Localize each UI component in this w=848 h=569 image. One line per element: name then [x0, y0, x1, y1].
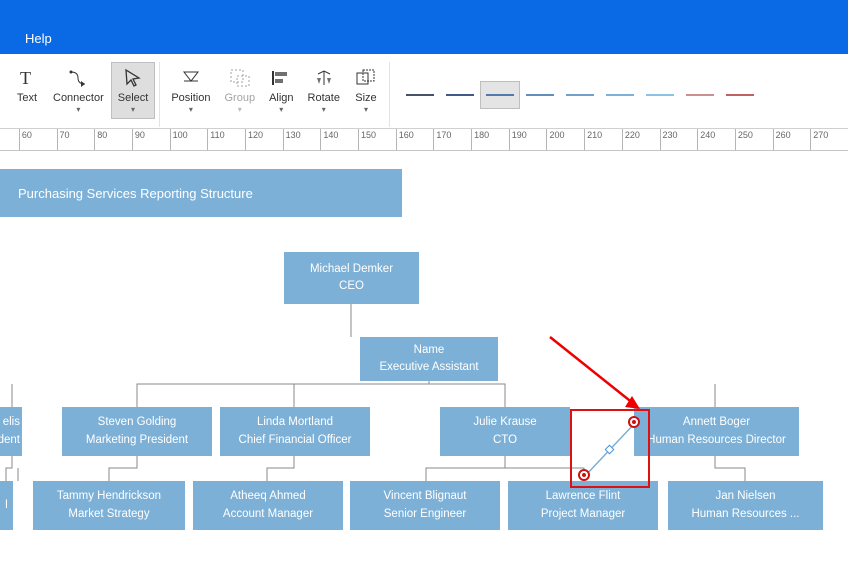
tool-select[interactable]: Select ▾ — [111, 62, 156, 119]
annotation-arrow — [540, 329, 670, 424]
org-node-partial-r3[interactable]: I — [0, 481, 13, 530]
line-style-swatch[interactable] — [720, 81, 760, 109]
line-style-swatch[interactable] — [600, 81, 640, 109]
org-node-engineer[interactable]: Vincent BlignautSenior Engineer — [350, 481, 500, 530]
line-style-swatch[interactable] — [560, 81, 600, 109]
line-style-swatch[interactable] — [400, 81, 440, 109]
line-style-gallery — [390, 62, 770, 127]
connector-endpoint-handle[interactable] — [578, 469, 590, 481]
org-node-pm[interactable]: Lawrence FlintProject Manager — [508, 481, 658, 530]
ribbon: T Text Connector ▾ Select ▾ Position▾ Gr… — [0, 54, 848, 129]
org-node-partial-left[interactable]: elisdent — [0, 407, 22, 456]
cursor-icon — [122, 67, 144, 89]
menu-help[interactable]: Help — [25, 31, 52, 46]
org-node-cfo[interactable]: Linda MortlandChief Financial Officer — [220, 407, 370, 456]
menubar: Help — [0, 0, 848, 54]
org-node-ea[interactable]: NameExecutive Assistant — [360, 337, 498, 381]
org-node-account[interactable]: Atheeq AhmedAccount Manager — [193, 481, 343, 530]
org-node-hr2[interactable]: Jan NielsenHuman Resources ... — [668, 481, 823, 530]
text-icon: T — [16, 67, 38, 89]
tool-align[interactable]: Align▾ — [262, 62, 300, 119]
tool-position[interactable]: Position▾ — [164, 62, 217, 119]
line-style-swatch[interactable] — [520, 81, 560, 109]
svg-text:T: T — [20, 68, 31, 88]
diagram-title[interactable]: Purchasing Services Reporting Structure — [0, 169, 402, 217]
connector-icon — [67, 67, 89, 89]
tool-connector[interactable]: Connector ▾ — [46, 62, 111, 119]
tool-rotate[interactable]: Rotate▾ — [301, 62, 347, 119]
size-icon — [355, 67, 377, 89]
org-node-marketing[interactable]: Steven GoldingMarketing President — [62, 407, 212, 456]
line-style-swatch[interactable] — [440, 81, 480, 109]
tool-group: Group▾ — [217, 62, 262, 119]
position-icon — [180, 67, 202, 89]
rotate-icon — [313, 67, 335, 89]
diagram-canvas[interactable]: Purchasing Services Reporting Structure … — [0, 151, 848, 569]
line-style-swatch[interactable] — [480, 81, 520, 109]
tool-size[interactable]: Size▾ — [347, 62, 385, 119]
align-icon — [270, 67, 292, 89]
line-style-swatch[interactable] — [680, 81, 720, 109]
line-style-swatch[interactable] — [640, 81, 680, 109]
org-node-ceo[interactable]: Michael DemkerCEO — [284, 252, 419, 304]
org-node-strategy[interactable]: Tammy HendricksonMarket Strategy — [33, 481, 185, 530]
group-icon — [229, 67, 251, 89]
horizontal-ruler: 6070809010011012013014015016017018019020… — [0, 129, 848, 151]
connector-mid-handle[interactable] — [605, 445, 615, 455]
tool-text[interactable]: T Text — [8, 62, 46, 109]
